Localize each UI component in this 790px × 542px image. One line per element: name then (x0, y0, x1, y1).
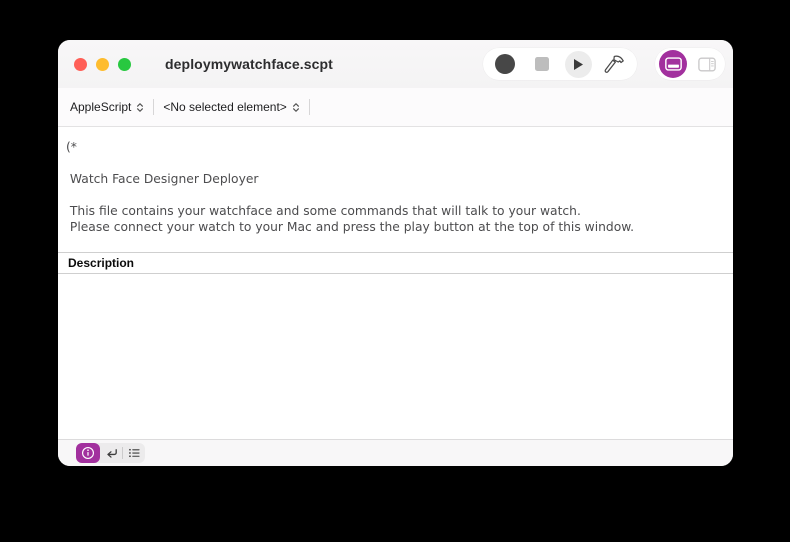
divider (309, 99, 310, 115)
accessory-view-icon (659, 50, 687, 78)
traffic-lights (74, 58, 131, 71)
compile-hammer-icon (603, 53, 626, 76)
chevron-up-down-icon (292, 101, 300, 114)
accessory-header: Description (58, 252, 733, 274)
record-button[interactable] (490, 49, 520, 79)
bottom-bar (58, 439, 733, 466)
bundle-contents-icon (698, 57, 716, 72)
desktop-background: { "window": { "title": "deploymywatchfac… (0, 0, 790, 542)
script-code-text: (* Watch Face Designer Deployer This fil… (58, 127, 733, 235)
window-title: deploymywatchface.scpt (165, 40, 333, 88)
zoom-button[interactable] (118, 58, 131, 71)
info-circle-icon (81, 446, 95, 460)
title-bar: deploymywatchface.scpt (58, 40, 733, 88)
element-popup[interactable]: <No selected element> (159, 97, 303, 117)
accessory-view-toggle[interactable] (658, 49, 688, 79)
divider (153, 99, 154, 115)
navigation-bar: AppleScript <No selected element> (58, 88, 733, 127)
play-icon (565, 51, 592, 78)
script-editor-area[interactable]: (* Watch Face Designer Deployer This fil… (58, 127, 733, 252)
run-toolbar-group (483, 48, 637, 80)
stop-icon (535, 57, 549, 71)
accessory-tab-control (76, 443, 145, 463)
chevron-up-down-icon (136, 101, 144, 114)
record-icon (495, 54, 515, 74)
accessory-header-label: Description (68, 256, 134, 270)
minimize-button[interactable] (96, 58, 109, 71)
tab-description[interactable] (76, 443, 100, 463)
stop-button[interactable] (527, 49, 557, 79)
tab-log[interactable] (123, 443, 145, 463)
return-arrow-icon (104, 446, 119, 461)
run-button[interactable] (563, 49, 593, 79)
view-toolbar-group (655, 48, 725, 80)
description-content-area[interactable] (58, 274, 733, 439)
language-popup[interactable]: AppleScript (66, 97, 148, 117)
bundle-contents-toggle[interactable] (692, 49, 722, 79)
element-popup-label: <No selected element> (163, 100, 286, 114)
compile-button[interactable] (600, 49, 630, 79)
log-list-icon (127, 446, 142, 460)
script-editor-window: deploymywatchface.scpt (58, 40, 733, 466)
close-button[interactable] (74, 58, 87, 71)
tab-result[interactable] (100, 443, 122, 463)
language-popup-label: AppleScript (70, 100, 131, 114)
